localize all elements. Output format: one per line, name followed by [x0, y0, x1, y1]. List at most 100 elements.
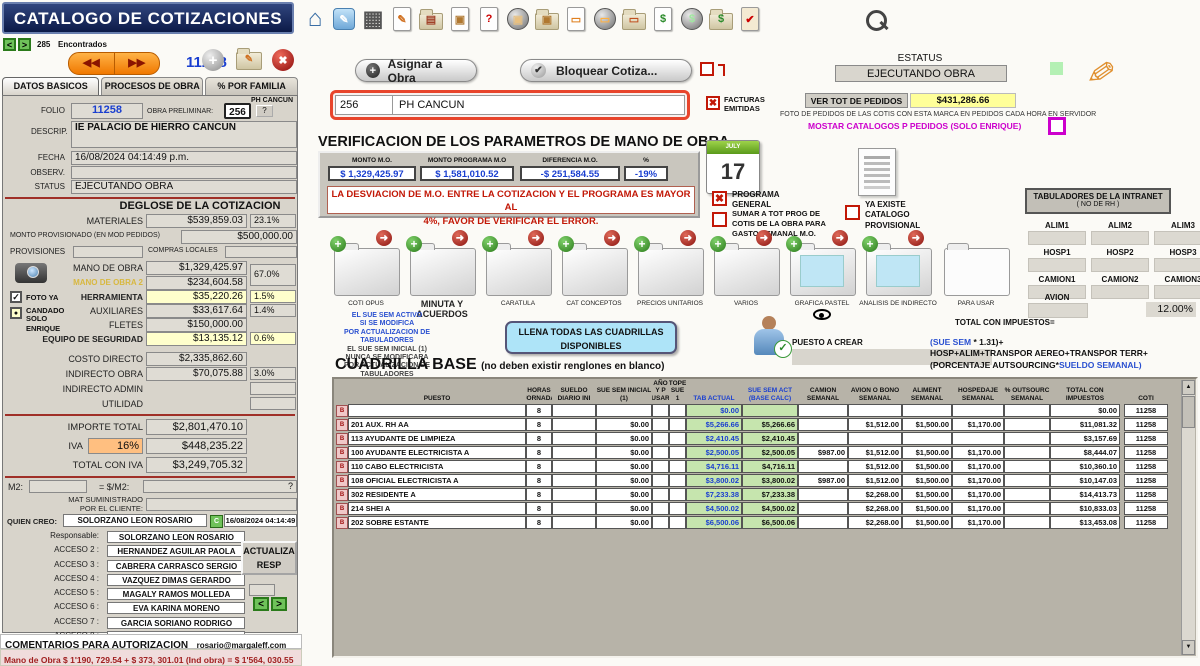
actualiza-resp-button[interactable]: ACTUALIZARESP [241, 541, 297, 575]
box-doc-icon[interactable]: ▣ [447, 6, 473, 32]
cell-puesto[interactable]: 302 RESIDENTE A [348, 488, 526, 501]
record-prev-button[interactable]: ◀◀ [69, 53, 115, 74]
cell-sue-sem-inicial[interactable]: $0.00 [596, 418, 652, 431]
avion-value[interactable] [1028, 303, 1088, 318]
compras-locales-value[interactable] [225, 246, 297, 258]
tab-procesos-de-obra[interactable]: PROCESOS DE OBRA [101, 77, 203, 95]
cell-puesto[interactable]: 201 AUX. RH AA [348, 418, 526, 431]
cell-camion[interactable] [798, 460, 848, 473]
cell-hospedaje[interactable]: $1,170.00 [952, 460, 1004, 473]
edit-folder-icon[interactable]: ✎ [236, 48, 262, 70]
cell-ano[interactable] [652, 516, 669, 529]
llena-cuadrillas-button[interactable]: LLENA TODAS LAS CUADRILLASDISPONIBLES [505, 321, 677, 354]
cell-hospedaje[interactable]: $1,170.00 [952, 488, 1004, 501]
dollar-doc-icon[interactable]: $ [650, 6, 676, 32]
cell-puesto[interactable] [348, 404, 526, 417]
go-minuta-icon[interactable]: ➜ [452, 230, 468, 246]
tab-datos-basicos[interactable]: DATOS BASICOS [2, 77, 99, 95]
person-icon[interactable]: ✓ [748, 316, 792, 358]
folder-para-usar[interactable] [944, 248, 1010, 296]
cell-ano[interactable] [652, 502, 669, 515]
cell-aliment[interactable]: $1,500.00 [902, 460, 952, 473]
cell-avion[interactable]: $1,512.00 [848, 418, 902, 431]
go-caratula-icon[interactable]: ➜ [528, 230, 544, 246]
observ-value[interactable] [71, 166, 297, 179]
cell-sueldo-diario[interactable] [552, 502, 596, 515]
cell-horas[interactable]: 8 [526, 488, 552, 501]
foto-ya-checkbox[interactable]: ✓ [10, 291, 22, 303]
bloquear-checkbox[interactable] [700, 62, 714, 76]
tab-por-familia[interactable]: % POR FAMILIA [205, 77, 298, 95]
cell-camion[interactable]: $987.00 [798, 446, 848, 459]
add-minuta-icon[interactable]: + [406, 236, 422, 252]
cell-horas[interactable]: 8 [526, 474, 552, 487]
cell-hospedaje[interactable] [952, 404, 1004, 417]
cell-puesto[interactable]: 110 CABO ELECTRICISTA [348, 460, 526, 473]
table-scrollbar[interactable]: ▲ ▼ [1181, 380, 1195, 655]
cell-puesto[interactable]: 214 SHEI A [348, 502, 526, 515]
sumar-checkbox[interactable] [712, 212, 727, 227]
cell-avion[interactable]: $1,512.00 [848, 446, 902, 459]
add-record-icon[interactable]: + [202, 49, 224, 71]
checklist-icon[interactable]: ✔ [737, 6, 763, 32]
cell-sue-sem-inicial[interactable]: $0.00 [596, 502, 652, 515]
cell-avion[interactable]: $1,512.00 [848, 474, 902, 487]
cell-sem-tope[interactable] [669, 432, 686, 445]
cell-sue-sem-inicial[interactable]: $0.00 [596, 488, 652, 501]
m2-value[interactable] [29, 480, 87, 493]
building-icon[interactable]: ▦ [360, 6, 386, 32]
row-edit-button[interactable]: B [336, 503, 348, 515]
folder-minuta[interactable] [410, 248, 476, 296]
cell-aliment[interactable]: $1,500.00 [902, 488, 952, 501]
home-icon[interactable]: ⌂ [302, 6, 328, 32]
doc-question-icon[interactable]: ? [476, 6, 502, 32]
obra-field[interactable]: 256 PH CANCUN [335, 95, 685, 115]
row-edit-button[interactable]: B [336, 419, 348, 431]
cell-outsourc[interactable] [1004, 432, 1050, 445]
cell-outsourc[interactable] [1004, 516, 1050, 529]
scroll-up-icon[interactable]: ▲ [1182, 380, 1195, 395]
row-edit-button[interactable]: B [336, 405, 348, 417]
cell-aliment[interactable]: $1,500.00 [902, 474, 952, 487]
tabulador-value[interactable] [1028, 258, 1086, 272]
bloquear-cotiza-button[interactable]: ✔ Bloquear Cotiza... [520, 59, 692, 82]
cell-avion[interactable] [848, 404, 902, 417]
sphere-truck-icon[interactable]: ▭ [592, 6, 618, 32]
cell-outsourc[interactable] [1004, 474, 1050, 487]
go-grafica-icon[interactable]: ➜ [832, 230, 848, 246]
cell-aliment[interactable]: $1,500.00 [902, 446, 952, 459]
mat-suministrado-value[interactable] [146, 498, 297, 511]
cell-camion[interactable] [798, 488, 848, 501]
record-next-button[interactable]: ▶▶ [115, 53, 160, 74]
scroll-down-icon[interactable]: ▼ [1182, 640, 1195, 655]
calendar-icon[interactable]: JULY 17 [706, 140, 760, 194]
go-precios-icon[interactable]: ➜ [680, 230, 696, 246]
acceso-value[interactable]: CABRERA CARRASCO SERGIO [107, 560, 245, 572]
acceso-value[interactable]: EVA KARINA MORENO [107, 602, 245, 614]
indirecto-admin-pct[interactable] [250, 382, 296, 395]
folder-analisis-indirecto[interactable] [866, 248, 932, 296]
nav-next-small-button[interactable]: > [18, 38, 31, 51]
cell-horas[interactable]: 8 [526, 460, 552, 473]
acceso-value[interactable]: GARCIA SORIANO RODRIGO [107, 617, 245, 629]
cell-sue-sem-inicial[interactable]: $0.00 [596, 460, 652, 473]
folder-coti-opus[interactable] [334, 248, 400, 296]
cell-avion[interactable]: $2,268.00 [848, 502, 902, 515]
cell-sem-tope[interactable] [669, 502, 686, 515]
cell-sem-tope[interactable] [669, 516, 686, 529]
cell-avion[interactable]: $2,268.00 [848, 516, 902, 529]
sphere-dollar-icon[interactable]: $ [679, 6, 705, 32]
ver-tot-pedidos-button[interactable]: VER TOT DE PEDIDOS [805, 93, 908, 108]
cell-aliment[interactable]: $1,500.00 [902, 502, 952, 515]
tabulador-value[interactable] [1091, 258, 1149, 272]
cell-outsourc[interactable] [1004, 404, 1050, 417]
cell-aliment[interactable] [902, 404, 952, 417]
document-icon[interactable] [858, 148, 896, 196]
cell-ano[interactable] [652, 432, 669, 445]
cell-hospedaje[interactable]: $1,170.00 [952, 502, 1004, 515]
sphere-box-icon[interactable]: ▣ [505, 6, 531, 32]
tabulador-value[interactable] [1154, 285, 1200, 299]
cell-camion[interactable] [798, 432, 848, 445]
descrip-value[interactable]: IE PALACIO DE HIERRO CANCUN [71, 121, 297, 148]
add-grafica-icon[interactable]: + [786, 236, 802, 252]
